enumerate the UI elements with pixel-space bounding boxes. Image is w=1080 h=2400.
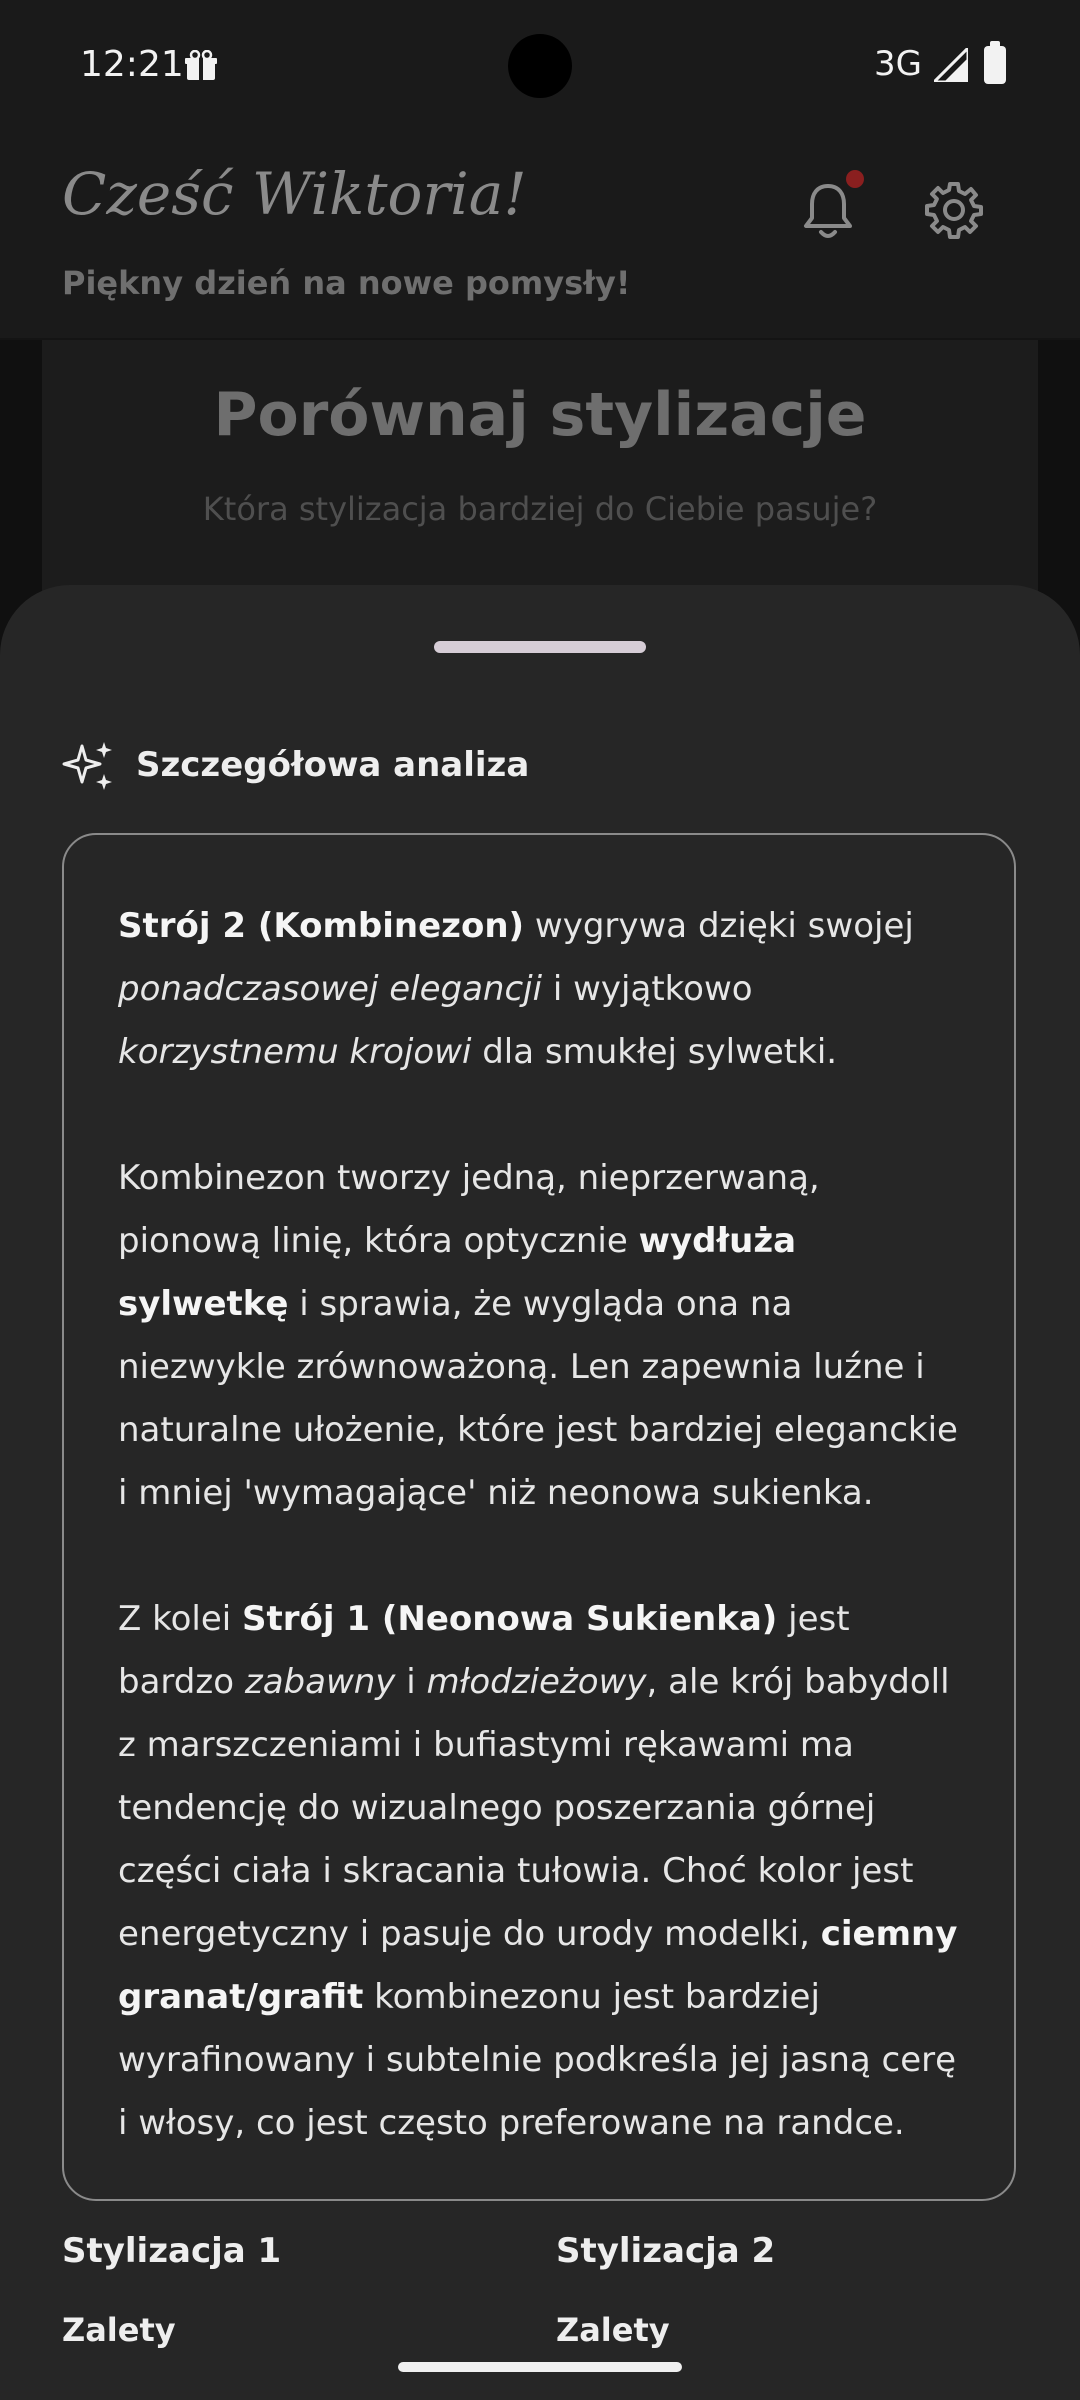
stylization-2-title: Stylizacja 2 bbox=[556, 2231, 776, 2271]
status-bar: 12:21 3G bbox=[0, 0, 1080, 132]
analysis-paragraph-2: Kombinezon tworzy jedną, nieprzerwaną, p… bbox=[118, 1147, 964, 1525]
home-indicator[interactable] bbox=[398, 2362, 682, 2372]
page-subtitle: Która stylizacja bardziej do Ciebie pasu… bbox=[202, 490, 878, 528]
analysis-paragraph-1: Strój 2 (Kombinezon) wygrywa dzięki swoj… bbox=[118, 895, 964, 1084]
sparkles-icon bbox=[62, 742, 112, 790]
battery-icon bbox=[984, 41, 1006, 84]
text: Z kolei bbox=[118, 1599, 242, 1639]
text-italic: zabawny bbox=[244, 1662, 396, 1702]
notification-dot bbox=[846, 170, 864, 188]
stylization-2-pros-label: Zalety bbox=[556, 2311, 670, 2349]
text: , ale krój babydoll z marszczeniami i bu… bbox=[118, 1662, 950, 1954]
analysis-paragraph-3: Z kolei Strój 1 (Neonowa Sukienka) jest … bbox=[118, 1588, 964, 2155]
text: dla smukłej sylwetki. bbox=[471, 1032, 838, 1072]
text: i bbox=[395, 1662, 427, 1702]
greeting-subtitle: Piękny dzień na nowe pomysły! bbox=[62, 264, 631, 302]
text-italic: młodzieżowy bbox=[426, 1662, 647, 1702]
status-time: 12:21 bbox=[80, 44, 184, 85]
gift-icon bbox=[185, 50, 217, 80]
text: i wyjątkowo bbox=[542, 969, 753, 1009]
bell-icon[interactable] bbox=[800, 180, 856, 242]
analysis-text-box: Strój 2 (Kombinezon) wygrywa dzięki swoj… bbox=[62, 833, 1016, 2201]
greeting-title: Cześć Wiktoria! bbox=[62, 160, 527, 228]
stylization-1-title: Stylizacja 1 bbox=[62, 2231, 282, 2271]
front-camera bbox=[508, 34, 572, 98]
network-type: 3G bbox=[874, 44, 922, 84]
analysis-bottom-sheet: Szczegółowa analiza Strój 2 (Kombinezon)… bbox=[0, 585, 1080, 2400]
app-header: Cześć Wiktoria! Piękny dzień na nowe pom… bbox=[0, 132, 1080, 340]
section-title: Szczegółowa analiza bbox=[136, 745, 530, 785]
page-title: Porównaj stylizacje bbox=[213, 380, 867, 450]
text-italic: ponadczasowej elegancji bbox=[118, 969, 543, 1009]
stylization-1-pros-label: Zalety bbox=[62, 2311, 176, 2349]
sheet-drag-handle[interactable] bbox=[434, 641, 646, 653]
text: wygrywa dzięki swojej bbox=[524, 906, 914, 946]
text-italic: korzystnemu krojowi bbox=[118, 1032, 472, 1072]
text-bold: Strój 2 (Kombinezon) bbox=[118, 906, 525, 946]
gear-icon[interactable] bbox=[924, 180, 984, 240]
text-bold: Strój 1 (Neonowa Sukienka) bbox=[242, 1599, 778, 1639]
signal-icon bbox=[934, 48, 968, 82]
